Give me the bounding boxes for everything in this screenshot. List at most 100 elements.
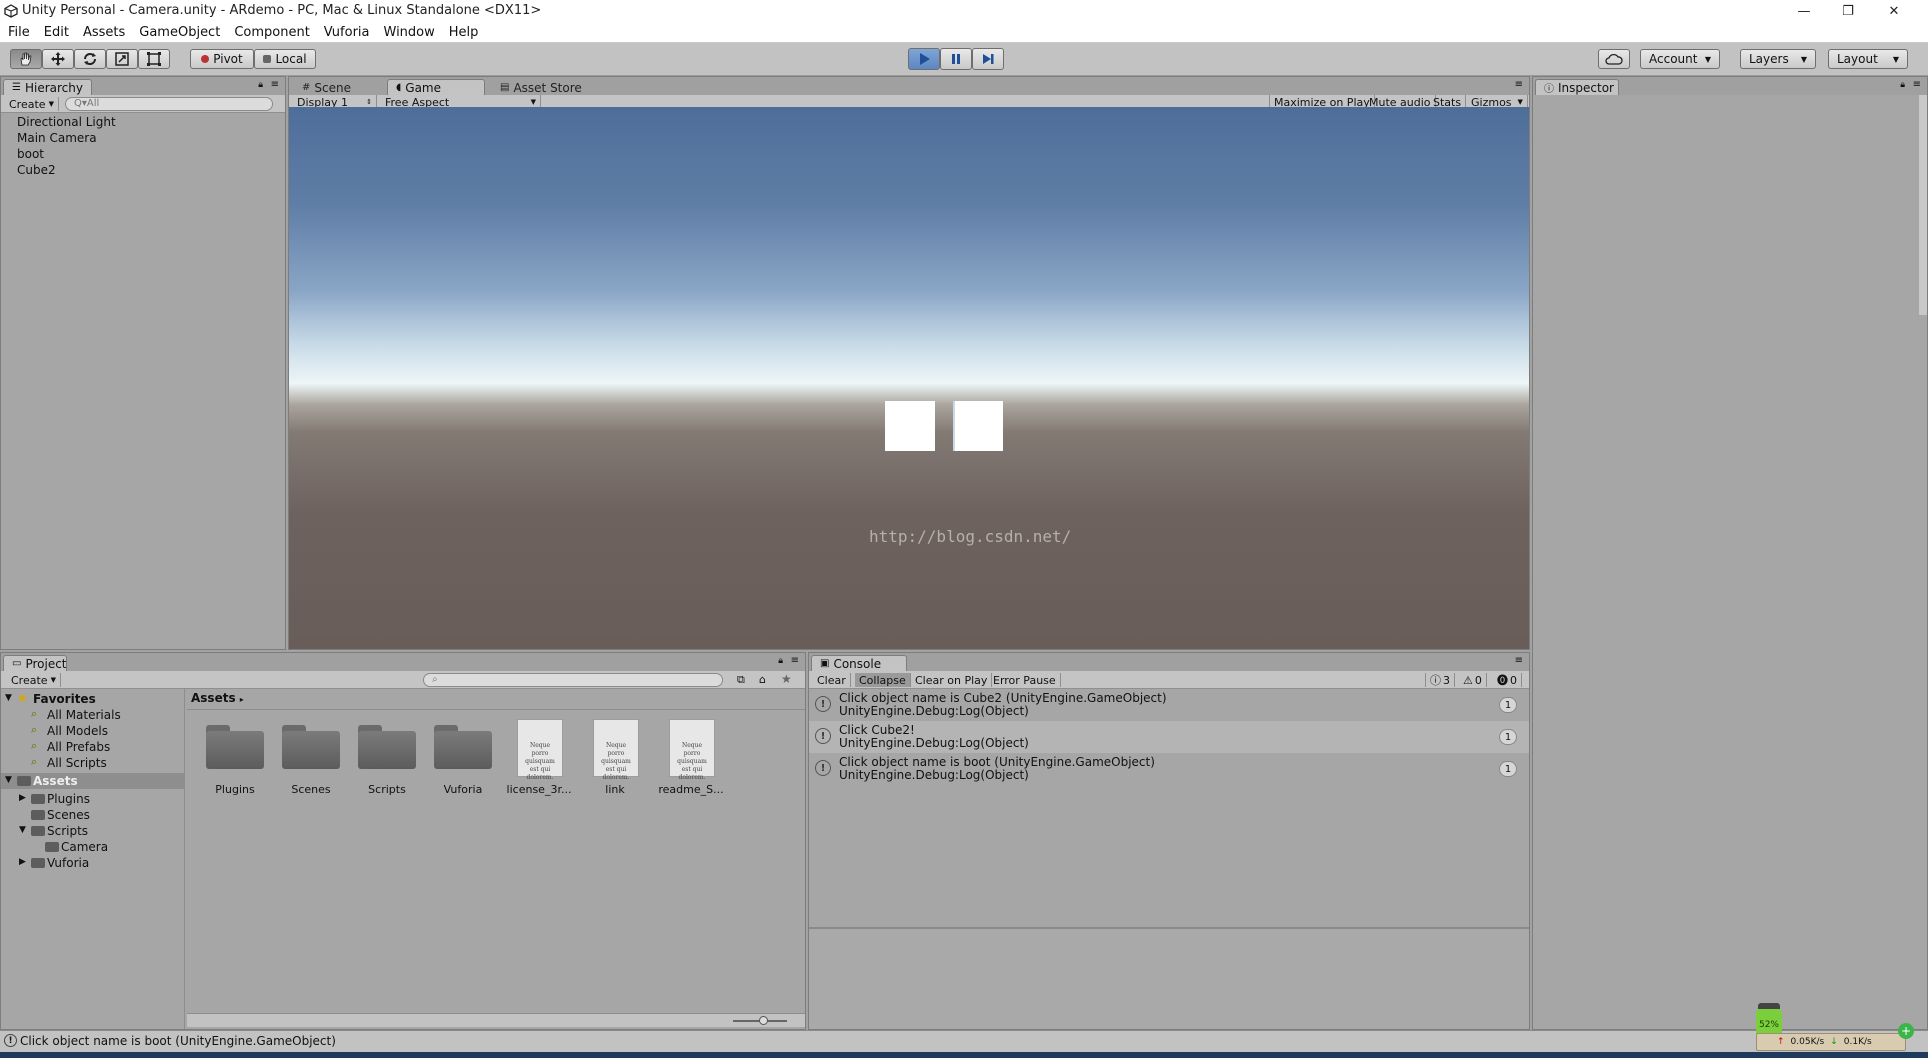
expand-triangle-icon[interactable]: ▶ bbox=[19, 793, 26, 803]
move-tool-button[interactable] bbox=[42, 49, 74, 69]
log-entry[interactable]: ! Click object name is Cube2 (UnityEngin… bbox=[809, 689, 1529, 721]
lock-icon[interactable]: 🔒︎ bbox=[1900, 80, 1905, 90]
tab-asset-store[interactable]: ▤ Asset Store bbox=[491, 79, 591, 95]
assets-row-selected[interactable]: ▼ Assets bbox=[1, 773, 184, 789]
folder-icon[interactable] bbox=[282, 725, 340, 769]
favorite-item[interactable]: All Prefabs bbox=[47, 740, 110, 754]
cloud-button[interactable] bbox=[1598, 49, 1630, 69]
text-asset-icon[interactable]: Neque porro quisquam est qui dolorem. bbox=[517, 719, 563, 781]
menu-assets[interactable]: Assets bbox=[83, 25, 125, 40]
collapse-toggle[interactable]: Collapse bbox=[855, 673, 911, 687]
tag-icon[interactable]: ⌂ bbox=[759, 673, 766, 686]
menu-gameobject[interactable]: GameObject bbox=[139, 25, 220, 40]
play-button[interactable] bbox=[908, 48, 940, 70]
asset-label[interactable]: link bbox=[577, 783, 653, 796]
breadcrumb[interactable]: Assets ▸ bbox=[191, 691, 244, 705]
pivot-toggle-button[interactable]: Pivot bbox=[190, 49, 254, 69]
tab-scene[interactable]: # Scene bbox=[293, 79, 360, 95]
log-entry[interactable]: ! Click Cube2! UnityEngine.Debug:Log(Obje… bbox=[809, 721, 1529, 753]
move-arrows-icon bbox=[51, 52, 65, 66]
filter-type-icon[interactable]: ⧉ bbox=[737, 673, 745, 687]
expand-triangle-icon[interactable]: ▼ bbox=[19, 825, 26, 835]
panel-menu-icon[interactable]: ≡ bbox=[1913, 79, 1921, 90]
text-asset-icon[interactable]: Neque porro quisquam est qui dolorem. bbox=[593, 719, 639, 781]
tab-project[interactable]: ▭ Project bbox=[3, 655, 67, 671]
close-button[interactable]: ✕ bbox=[1872, 0, 1916, 22]
lock-icon[interactable]: 🔒︎ bbox=[778, 656, 783, 666]
asset-label[interactable]: readme_S... bbox=[653, 783, 729, 796]
tab-console[interactable]: ▣ Console bbox=[811, 655, 907, 671]
log-trace: UnityEngine.Debug:Log(Object) bbox=[839, 736, 1029, 750]
clear-on-play-toggle[interactable]: Clear on Play bbox=[911, 673, 993, 687]
panel-menu-icon[interactable]: ≡ bbox=[271, 79, 279, 90]
tree-folder[interactable]: Camera bbox=[61, 840, 108, 854]
panel-menu-icon[interactable]: ≡ bbox=[1515, 655, 1523, 666]
hierarchy-item[interactable]: Cube2 bbox=[17, 163, 56, 177]
panel-menu-icon[interactable]: ≡ bbox=[791, 655, 799, 666]
tab-inspector[interactable]: ⓘ Inspector bbox=[1535, 79, 1619, 95]
expand-triangle-icon[interactable]: ▼ bbox=[5, 693, 12, 703]
project-search-input[interactable]: ⌕ bbox=[423, 673, 723, 687]
favorite-item[interactable]: All Scripts bbox=[47, 756, 107, 770]
folder-icon[interactable] bbox=[206, 725, 264, 769]
game-render-area[interactable]: http://blog.csdn.net/ bbox=[289, 107, 1529, 649]
clear-button[interactable]: Clear bbox=[813, 673, 851, 687]
asset-label[interactable]: Plugins bbox=[197, 783, 273, 796]
restore-button[interactable]: ❐ bbox=[1826, 0, 1870, 22]
text-asset-icon[interactable]: Neque porro quisquam est qui dolorem. bbox=[669, 719, 715, 781]
error-filter-toggle[interactable]: ⓿0 bbox=[1493, 673, 1522, 687]
tree-folder[interactable]: Scenes bbox=[47, 808, 90, 822]
hierarchy-item[interactable]: Directional Light bbox=[17, 115, 116, 129]
hierarchy-search-input[interactable]: Q▾All bbox=[65, 97, 273, 111]
folder-icon[interactable] bbox=[434, 725, 492, 769]
hierarchy-item[interactable]: Main Camera bbox=[17, 131, 97, 145]
tree-folder[interactable]: Scripts bbox=[47, 824, 88, 838]
menu-component[interactable]: Component bbox=[234, 25, 309, 40]
local-toggle-button[interactable]: Local bbox=[254, 49, 316, 69]
warning-filter-toggle[interactable]: ⚠ 0 bbox=[1459, 673, 1487, 687]
tree-folder[interactable]: Vuforia bbox=[47, 856, 89, 870]
menu-edit[interactable]: Edit bbox=[44, 25, 69, 40]
error-pause-toggle[interactable]: Error Pause bbox=[989, 673, 1061, 687]
zoom-slider-handle[interactable] bbox=[759, 1016, 768, 1025]
pause-button[interactable] bbox=[940, 48, 972, 70]
tab-game[interactable]: ◖ Game bbox=[387, 79, 485, 95]
menu-file[interactable]: File bbox=[8, 25, 30, 40]
menu-vuforia[interactable]: Vuforia bbox=[324, 25, 370, 40]
project-create-dropdown[interactable]: Create ▼ bbox=[7, 673, 61, 687]
asset-label[interactable]: license_3r... bbox=[501, 783, 577, 796]
hand-tool-button[interactable] bbox=[10, 49, 42, 69]
favorites-label[interactable]: Favorites bbox=[33, 692, 96, 706]
plus-icon[interactable]: + bbox=[1898, 1023, 1914, 1039]
info-filter-toggle[interactable]: ⓘ 3 bbox=[1425, 673, 1455, 687]
menu-window[interactable]: Window bbox=[384, 25, 435, 40]
star-icon[interactable]: ★ bbox=[781, 672, 792, 686]
scrollbar[interactable] bbox=[1919, 95, 1927, 315]
log-entry[interactable]: ! Click object name is boot (UnityEngine… bbox=[809, 753, 1529, 785]
menu-help[interactable]: Help bbox=[449, 25, 479, 40]
lock-icon[interactable]: 🔒︎ bbox=[258, 80, 263, 90]
asset-label[interactable]: Scenes bbox=[273, 783, 349, 796]
hierarchy-create-dropdown[interactable]: Create ▼ bbox=[5, 97, 59, 111]
tree-folder[interactable]: Plugins bbox=[47, 792, 90, 806]
expand-triangle-icon[interactable]: ▶ bbox=[19, 857, 26, 867]
favorite-item[interactable]: All Materials bbox=[47, 708, 121, 722]
folder-icon[interactable] bbox=[358, 725, 416, 769]
search-icon: ⌕ bbox=[31, 755, 38, 768]
panel-menu-icon[interactable]: ≡ bbox=[1515, 79, 1523, 90]
tab-hierarchy[interactable]: ☰ Hierarchy bbox=[3, 79, 92, 95]
layers-dropdown[interactable]: Layers ▼ bbox=[1740, 49, 1816, 69]
layout-dropdown[interactable]: Layout ▼ bbox=[1828, 49, 1908, 69]
rect-tool-button[interactable] bbox=[138, 49, 170, 69]
asset-label[interactable]: Scripts bbox=[349, 783, 425, 796]
info-icon: ! bbox=[815, 760, 831, 776]
favorite-item[interactable]: All Models bbox=[47, 724, 108, 738]
status-message[interactable]: Click object name is boot (UnityEngine.G… bbox=[20, 1034, 336, 1048]
step-button[interactable] bbox=[972, 48, 1004, 70]
scale-tool-button[interactable] bbox=[106, 49, 138, 69]
minimize-button[interactable]: — bbox=[1782, 0, 1826, 22]
asset-label[interactable]: Vuforia bbox=[425, 783, 501, 796]
hierarchy-item[interactable]: boot bbox=[17, 147, 44, 161]
rotate-tool-button[interactable] bbox=[74, 49, 106, 69]
account-dropdown[interactable]: Account ▼ bbox=[1640, 49, 1720, 69]
